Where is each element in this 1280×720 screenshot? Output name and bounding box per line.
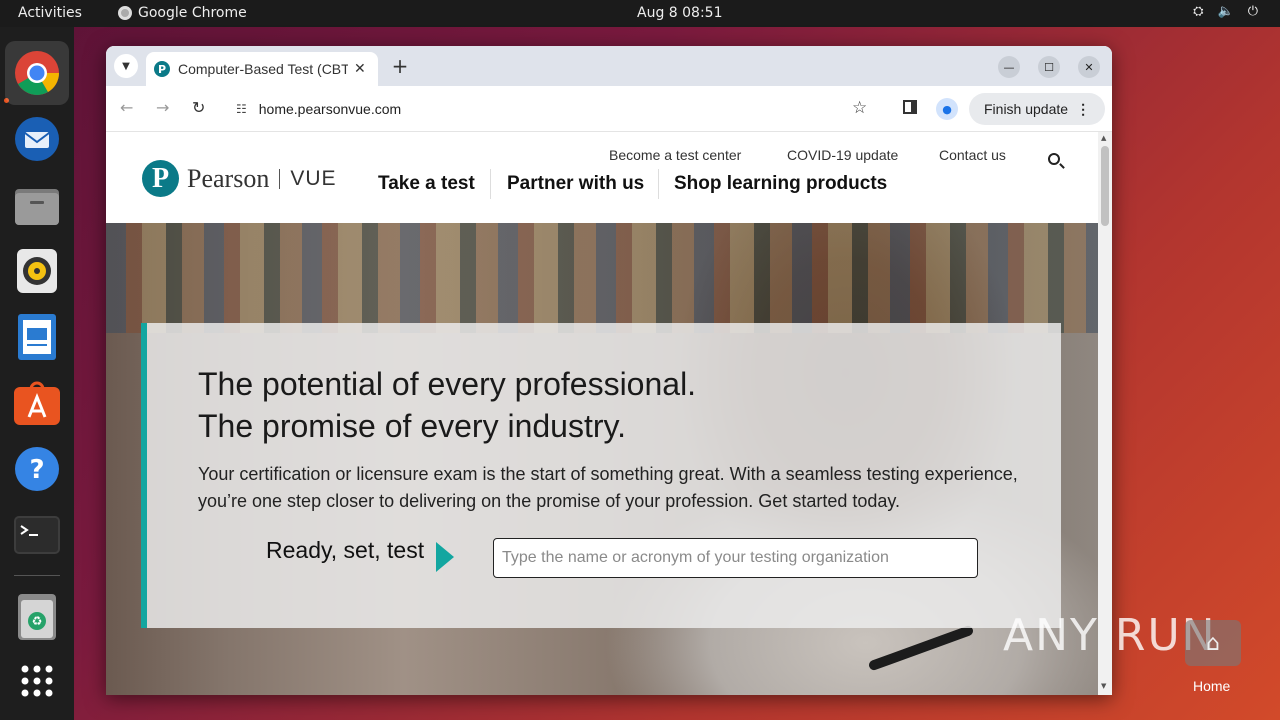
browser-window: ▼ P Computer-Based Test (CBT) ✕ + — ☐ ✕ … — [106, 46, 1112, 695]
hero-subtext: Your certification or licensure exam is … — [198, 464, 1018, 511]
finish-update-button[interactable]: Finish update ⋮ — [969, 93, 1105, 125]
covid-update-link[interactable]: COVID-19 update — [787, 147, 898, 163]
pearson-favicon-icon: P — [154, 61, 170, 77]
dock-files[interactable] — [13, 181, 61, 229]
hero-background-photo — [106, 223, 1098, 333]
profile-avatar-icon[interactable]: ● — [936, 98, 958, 120]
dock-writer[interactable] — [13, 313, 61, 361]
dock-app-center[interactable] — [13, 379, 61, 427]
back-button[interactable]: ← — [120, 98, 133, 117]
logo-divider — [279, 168, 281, 189]
volume-icon: 🔈 — [1217, 4, 1234, 19]
new-tab-button[interactable]: + — [388, 54, 412, 78]
bookmark-star-icon[interactable]: ☆ — [852, 98, 867, 118]
nav-partner-with-us[interactable]: Partner with us — [507, 173, 644, 195]
clock[interactable]: Aug 8 08:51 — [637, 5, 723, 21]
headline-line-1: The potential of every professional. — [198, 366, 697, 402]
hero-headline: The potential of every professional. The… — [198, 363, 696, 447]
dock-separator — [14, 575, 60, 576]
app-grid-icon — [21, 665, 53, 697]
url-text: home.pearsonvue.com — [258, 101, 402, 117]
maximize-button[interactable]: ☐ — [1038, 56, 1060, 78]
minimize-button[interactable]: — — [998, 56, 1020, 78]
tab-search-button[interactable]: ▼ — [114, 54, 138, 78]
finish-update-label: Finish update — [984, 101, 1069, 117]
ready-set-test-label: Ready, set, test — [266, 537, 425, 563]
svg-text:♻: ♻ — [32, 614, 43, 628]
scroll-up-arrow-icon[interactable]: ▲ — [1101, 134, 1106, 142]
logo-product: VUE — [290, 166, 337, 190]
chrome-icon — [118, 6, 132, 20]
scrollbar-thumb[interactable] — [1101, 146, 1109, 226]
testing-organization-search-input[interactable] — [493, 538, 978, 578]
scroll-down-arrow-icon[interactable]: ▼ — [1101, 682, 1106, 690]
writer-icon — [18, 314, 56, 360]
nav-divider — [658, 169, 659, 199]
thunderbird-icon — [15, 117, 59, 161]
dock: ? ♻ — [0, 27, 74, 720]
dock-trash[interactable]: ♻ — [13, 593, 61, 641]
help-icon: ? — [15, 447, 59, 491]
side-panel-icon[interactable] — [903, 100, 917, 114]
tab-strip: ▼ P Computer-Based Test (CBT) ✕ + — ☐ ✕ — [106, 46, 1112, 86]
site-info-icon[interactable]: ☷ — [236, 102, 247, 116]
app-name: Google Chrome — [138, 5, 247, 21]
nav-shop-learning-products[interactable]: Shop learning products — [674, 173, 887, 195]
dock-chrome[interactable] — [5, 41, 69, 105]
dock-rhythmbox[interactable] — [13, 247, 61, 295]
tab-title: Computer-Based Test (CBT) — [178, 61, 348, 77]
pearson-vue-logo[interactable]: P Pearson VUE — [142, 160, 337, 197]
hero-photo-pen — [867, 624, 975, 672]
tab-active[interactable]: P Computer-Based Test (CBT) ✕ — [146, 52, 378, 86]
network-icon: ⛭ — [1193, 4, 1204, 19]
dock-terminal[interactable] — [13, 511, 61, 559]
hero-banner: The potential of every professional. The… — [106, 223, 1098, 695]
kebab-menu-icon: ⋮ — [1076, 100, 1091, 117]
dock-thunderbird[interactable] — [13, 115, 61, 163]
activities-button[interactable]: Activities — [18, 5, 82, 21]
address-bar[interactable]: ☷ home.pearsonvue.com — [224, 92, 884, 126]
search-icon[interactable] — [1048, 153, 1060, 165]
web-page: P Pearson VUE Become a test center COVID… — [106, 132, 1098, 695]
site-header: P Pearson VUE Become a test center COVID… — [106, 132, 1098, 223]
nav-divider — [490, 169, 491, 199]
close-window-button[interactable]: ✕ — [1078, 56, 1100, 78]
files-icon — [15, 189, 59, 225]
app-center-icon — [14, 381, 60, 425]
power-icon: ⏻ — [1247, 4, 1258, 19]
pearson-logo-icon: P — [142, 160, 179, 197]
headline-line-2: The promise of every industry. — [198, 408, 627, 444]
close-tab-icon[interactable]: ✕ — [354, 61, 366, 77]
terminal-icon — [14, 516, 60, 554]
top-bar: Activities Google Chrome Aug 8 08:51 ⛭ 🔈… — [0, 0, 1280, 27]
chrome-icon — [15, 51, 59, 95]
rhythmbox-icon — [17, 249, 57, 293]
become-test-center-link[interactable]: Become a test center — [609, 147, 741, 163]
contact-us-link[interactable]: Contact us — [939, 147, 1006, 163]
home-folder-label[interactable]: Home — [1193, 678, 1230, 694]
svg-text:?: ? — [29, 455, 44, 485]
forward-button[interactable]: → — [156, 98, 169, 117]
chevron-down-icon: ▼ — [122, 60, 130, 72]
logo-name: Pearson — [187, 163, 270, 193]
chevron-right-icon — [436, 542, 454, 572]
system-tray[interactable]: ⛭ 🔈 ⏻ — [1193, 4, 1258, 19]
app-menu[interactable]: Google Chrome — [118, 5, 247, 21]
browser-toolbar: ← → ↻ ☷ home.pearsonvue.com ☆ ● Finish u… — [106, 86, 1112, 132]
reload-button[interactable]: ↻ — [192, 98, 205, 117]
dock-help[interactable]: ? — [13, 445, 61, 493]
home-folder-icon[interactable]: ⌂ — [1185, 620, 1241, 666]
nav-take-a-test[interactable]: Take a test — [378, 173, 475, 195]
dock-app-grid[interactable] — [13, 657, 61, 705]
hero-card: The potential of every professional. The… — [141, 323, 1061, 628]
trash-icon: ♻ — [18, 594, 56, 640]
